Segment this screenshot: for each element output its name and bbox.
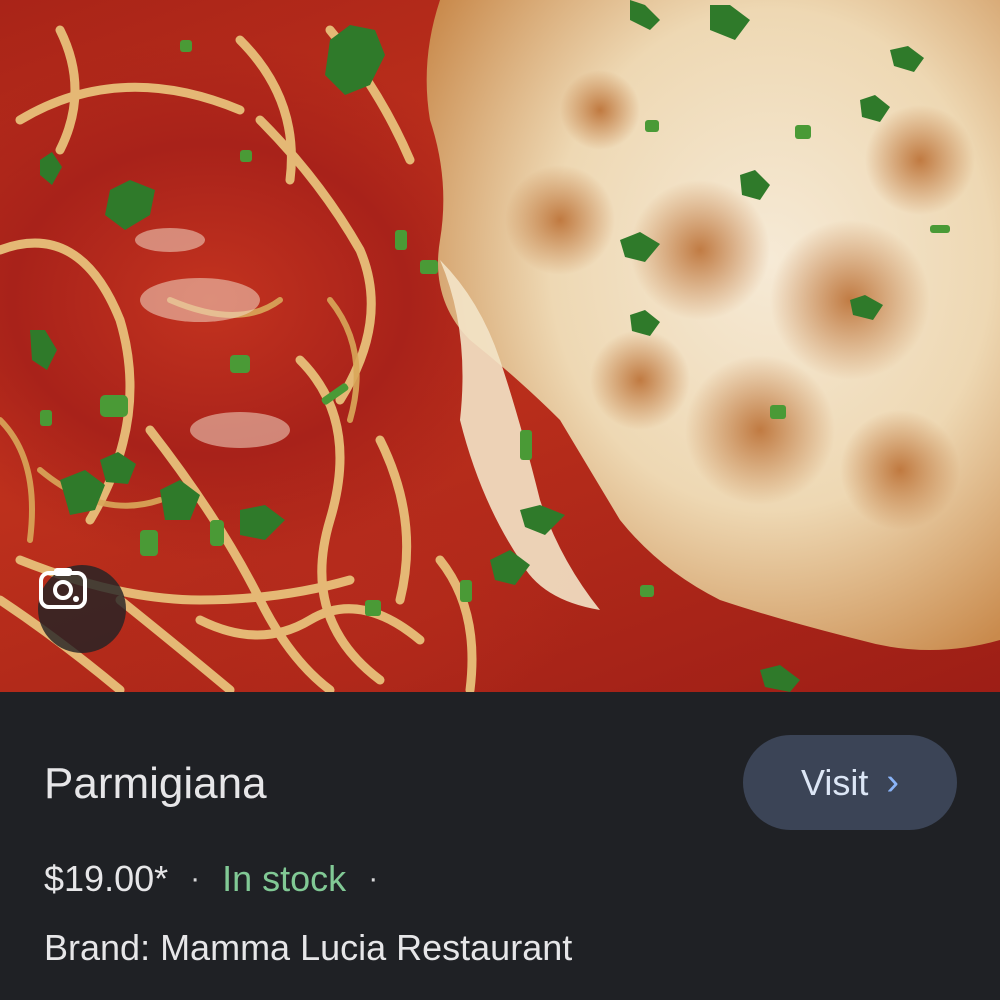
price-stock-row: $19.00* · In stock · (44, 856, 400, 902)
chevron-right-icon: › (886, 760, 899, 803)
product-image[interactable] (0, 0, 1000, 692)
separator-dot: · (190, 862, 201, 895)
product-title: Parmigiana (44, 759, 267, 808)
lens-search-button[interactable] (38, 565, 126, 653)
lens-search-icon (39, 568, 87, 609)
separator-dot: · (368, 862, 379, 895)
visit-button-label: Visit (800, 761, 869, 803)
product-price: $19.00* (44, 858, 169, 899)
food-illustration (0, 0, 1000, 692)
stock-status: In stock (222, 858, 347, 899)
visit-button[interactable]: Visit › (743, 735, 957, 830)
product-brand: Brand: Mamma Lucia Restaurant (44, 927, 573, 968)
